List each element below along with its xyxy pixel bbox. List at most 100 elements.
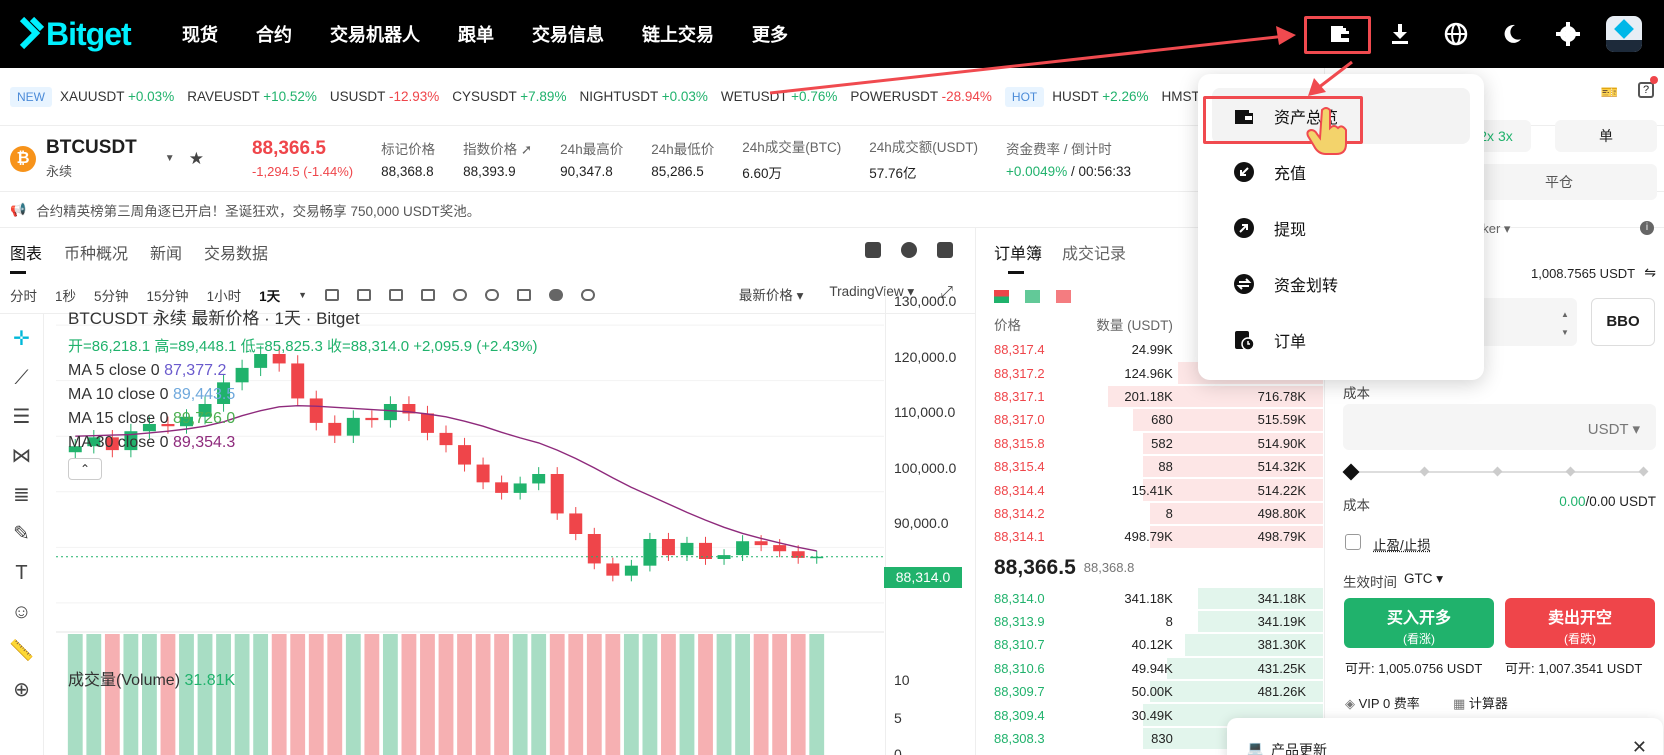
fib-icon[interactable]: ≣ (8, 481, 36, 509)
close-icon[interactable]: ✕ (1632, 737, 1647, 755)
bid-row[interactable]: 88,309.7 50.00K 481.26K (977, 680, 1323, 703)
ticker-item[interactable]: RAVEUSDT +10.52% (187, 89, 317, 104)
chevron-down-icon[interactable]: ▼ (165, 153, 175, 164)
ticker-item[interactable]: HUSDT +2.26% (1052, 89, 1148, 104)
ticket-icon[interactable]: 🎫 (1601, 84, 1618, 101)
moon-icon[interactable] (1486, 8, 1538, 60)
settings-icon[interactable] (581, 288, 596, 301)
sell-short-button[interactable]: 卖出开空 (看跌) (1505, 598, 1655, 648)
tf-1d[interactable]: 1天 (259, 285, 280, 305)
tpsl-checkbox[interactable] (1345, 534, 1361, 550)
nav-info[interactable]: 交易信息 (532, 21, 604, 47)
help-icon[interactable]: ? (1638, 82, 1654, 98)
nav-more[interactable]: 更多 (752, 21, 788, 47)
menu-orders[interactable]: 订单 (1212, 312, 1470, 368)
alarm-icon[interactable] (453, 288, 468, 301)
tab-close-position[interactable]: 平仓 (1461, 164, 1657, 200)
calculator-link[interactable]: ▦ 计算器 (1453, 693, 1508, 712)
globe-icon[interactable] (1430, 8, 1482, 60)
ask-row[interactable]: 88,317.0 680 515.59K (977, 408, 1323, 431)
tab-orderbook[interactable]: 订单簿 (994, 240, 1042, 274)
star-icon[interactable]: ★ (189, 149, 204, 169)
product-update-toast[interactable]: 💻 产品更新 ✕ (1227, 718, 1663, 755)
ticker-item[interactable]: XAUUSDT +0.03% (60, 89, 174, 104)
tif-select[interactable]: GTC ▾ (1404, 571, 1443, 587)
book-icon[interactable] (865, 242, 881, 258)
trendline-icon[interactable]: ⟋ (8, 364, 36, 392)
ticker-item[interactable]: NIGHTUSDT +0.03% (579, 89, 707, 104)
nav-futures[interactable]: 合约 (256, 21, 292, 47)
nav-spot[interactable]: 现货 (182, 21, 218, 47)
buy-long-button[interactable]: 买入开多 (看涨) (1344, 598, 1494, 648)
add-icon[interactable] (549, 288, 564, 301)
candle-type-icon[interactable] (357, 288, 372, 301)
amount-slider[interactable] (1342, 463, 1649, 481)
camera-icon[interactable] (421, 288, 436, 301)
tab-overview[interactable]: 币种概况 (64, 240, 128, 264)
nav-bots[interactable]: 交易机器人 (330, 21, 420, 47)
stat-index-price[interactable]: 指数价格 ➚ 88,393.9 (463, 138, 532, 179)
range-icon[interactable] (325, 288, 340, 301)
indicator-icon[interactable] (389, 288, 404, 301)
pattern-icon[interactable]: ⋈ (8, 442, 36, 470)
ask-row[interactable]: 88,315.4 88 514.32K (977, 455, 1323, 478)
ask-row[interactable]: 88,314.2 8 498.80K (977, 502, 1323, 525)
tf-time[interactable]: 分时 (10, 285, 37, 305)
ticker-item[interactable]: POWERUSDT -28.94% (850, 89, 992, 104)
price-type-select[interactable]: 最新价格 ▾ (739, 284, 804, 304)
menu-withdraw[interactable]: 提现 (1212, 200, 1470, 256)
bids-view-icon[interactable] (1025, 290, 1040, 303)
brush-icon[interactable]: ✎ (8, 520, 36, 548)
text-icon[interactable]: T (8, 559, 36, 587)
vip-fee-link[interactable]: ◈ VIP 0 费率 (1345, 693, 1420, 712)
zoom-icon[interactable]: ⊕ (8, 676, 36, 704)
position-mode-button[interactable]: 单 (1555, 120, 1657, 152)
bbo-button[interactable]: BBO (1591, 298, 1655, 346)
replay-icon[interactable] (485, 288, 500, 301)
stepper-arrows[interactable]: ▲ ▼ (1561, 306, 1569, 342)
unit-select[interactable]: USDT ▾ (1588, 420, 1640, 438)
emoji-icon[interactable]: ☺ (8, 598, 36, 626)
menu-transfer[interactable]: 资金划转 (1212, 256, 1470, 312)
download-icon[interactable] (1374, 8, 1426, 60)
ticker-item[interactable]: CYSUSDT +7.89% (452, 89, 566, 104)
symbol-selector[interactable]: ₿ BTCUSDT 永续 ▼ ★ (10, 137, 204, 180)
menu-deposit[interactable]: 充值 (1212, 144, 1470, 200)
tab-news[interactable]: 新闻 (150, 240, 182, 264)
ticker-item[interactable]: USUSDT -12.93% (330, 89, 439, 104)
tf-1s[interactable]: 1秒 (55, 285, 76, 305)
ask-row[interactable]: 88,314.4 15.41K 514.22K (977, 478, 1323, 501)
chevron-down-icon[interactable]: ▼ (298, 290, 307, 300)
transfer-icon[interactable]: ⇋ (1644, 264, 1656, 281)
logo[interactable]: Bitget (18, 16, 168, 53)
ticker-item[interactable]: WETUSDT +0.76% (721, 89, 837, 104)
tf-1h[interactable]: 1小时 (207, 285, 242, 305)
ruler-icon[interactable]: 📏 (8, 637, 36, 665)
ask-row[interactable]: 88,314.1 498.79K 498.79K (977, 525, 1323, 548)
gear-icon[interactable] (1542, 8, 1594, 60)
nav-onchain[interactable]: 链上交易 (642, 21, 714, 47)
alert-icon[interactable] (901, 242, 917, 258)
bid-row[interactable]: 88,313.9 8 341.19K (977, 610, 1323, 633)
crosshair-icon[interactable]: ✛ (8, 325, 36, 353)
tpsl-label[interactable]: 止盈/止损 (1373, 534, 1431, 554)
ask-row[interactable]: 88,317.1 201.18K 716.78K (977, 385, 1323, 408)
info-icon[interactable]: i (1640, 221, 1654, 235)
tab-trading-data[interactable]: 交易数据 (204, 240, 268, 264)
both-view-icon[interactable] (994, 290, 1009, 303)
price-chart[interactable] (56, 314, 884, 755)
bid-row[interactable]: 88,310.7 40.12K 381.30K (977, 633, 1323, 656)
asks-view-icon[interactable] (1056, 290, 1071, 303)
bid-row[interactable]: 88,314.0 341.18K 341.18K (977, 587, 1323, 610)
tf-15m[interactable]: 15分钟 (147, 285, 189, 305)
avatar[interactable] (1598, 8, 1650, 60)
nav-copy[interactable]: 跟单 (458, 21, 494, 47)
tab-chart[interactable]: 图表 (10, 240, 42, 274)
calendar-icon[interactable] (517, 288, 532, 301)
bid-row[interactable]: 88,310.6 49.94K 431.25K (977, 657, 1323, 680)
tab-trades[interactable]: 成交记录 (1062, 240, 1126, 264)
ask-row[interactable]: 88,315.8 582 514.90K (977, 432, 1323, 455)
tf-5m[interactable]: 5分钟 (94, 285, 129, 305)
horizontal-lines-icon[interactable]: ☰ (8, 403, 36, 431)
layout-icon[interactable] (937, 242, 953, 258)
